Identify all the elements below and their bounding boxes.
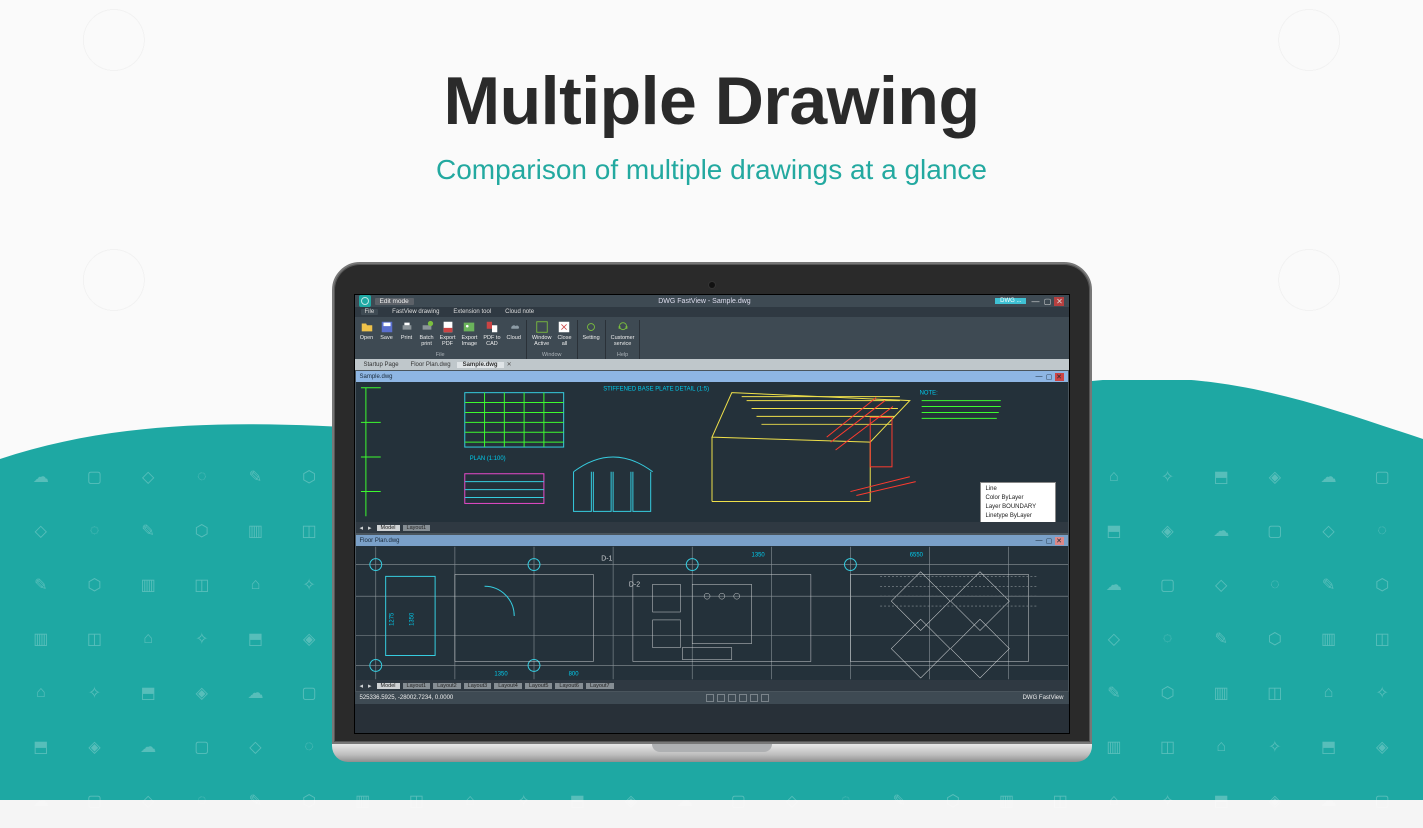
laptop-base bbox=[332, 744, 1092, 762]
setting-button[interactable]: Setting bbox=[582, 320, 601, 341]
pane2-tab-layout7[interactable]: Layout7 bbox=[586, 683, 614, 689]
status-icons bbox=[706, 694, 769, 702]
tab-floor-plan[interactable]: Floor Plan.dwg bbox=[405, 362, 457, 368]
page-headline: Multiple Drawing bbox=[0, 62, 1423, 140]
titlebar: Edit mode DWG FastView - Sample.dwg DWG … bbox=[355, 295, 1069, 307]
customer-service-button[interactable]: Customer service bbox=[610, 320, 636, 347]
pane2-tab-model[interactable]: Model bbox=[377, 683, 400, 689]
ribbon-group-window: Window bbox=[531, 352, 573, 359]
ribbon-group-help: Help bbox=[610, 352, 636, 359]
print-button[interactable]: Print bbox=[399, 320, 415, 347]
pane2-tab-left-icon[interactable]: ◂ bbox=[360, 682, 364, 690]
pane1-min-icon[interactable]: — bbox=[1035, 373, 1044, 381]
drawing-pane-2: Floor Plan.dwg —▢✕ bbox=[355, 534, 1069, 692]
tooltip-color: Color ByLayer bbox=[986, 494, 1050, 503]
tab-sample[interactable]: Sample.dwg bbox=[457, 362, 504, 368]
status-icon[interactable] bbox=[750, 694, 758, 702]
svg-text:1350: 1350 bbox=[751, 553, 765, 559]
pane2-titlebar: Floor Plan.dwg —▢✕ bbox=[356, 535, 1068, 546]
annot-plan: PLAN (1:100) bbox=[469, 456, 505, 462]
svg-text:800: 800 bbox=[568, 671, 579, 677]
svg-text:D-2: D-2 bbox=[628, 581, 639, 588]
save-button[interactable]: Save bbox=[379, 320, 395, 347]
pane1-close-icon[interactable]: ✕ bbox=[1055, 373, 1064, 381]
tooltip-type: Line bbox=[986, 485, 1050, 494]
pane1-model-tabs: ◂ ▸ Model Layout1 bbox=[356, 522, 1068, 533]
pane2-close-icon[interactable]: ✕ bbox=[1055, 537, 1064, 545]
pane2-tab-layout2[interactable]: Layout2 bbox=[433, 683, 461, 689]
svg-text:1350: 1350 bbox=[494, 671, 508, 677]
pane2-tab-layout3[interactable]: Layout3 bbox=[464, 683, 492, 689]
laptop-bezel: Edit mode DWG FastView - Sample.dwg DWG … bbox=[332, 262, 1092, 744]
pane1-tab-layout1[interactable]: Layout1 bbox=[403, 525, 431, 531]
pane1-title: Sample.dwg bbox=[360, 374, 393, 380]
svg-text:STIFFENED BASE PLATE DETAIL (1: STIFFENED BASE PLATE DETAIL (1:5) bbox=[603, 387, 709, 393]
pane2-canvas[interactable]: D-1 D-2 1350 6550 1350 800 1275 1350 bbox=[356, 546, 1068, 680]
minimize-icon[interactable]: — bbox=[1030, 297, 1040, 306]
laptop-mockup: Edit mode DWG FastView - Sample.dwg DWG … bbox=[332, 262, 1092, 762]
camera-icon bbox=[709, 282, 715, 288]
pane2-min-icon[interactable]: — bbox=[1035, 537, 1044, 545]
pane2-max-icon[interactable]: ▢ bbox=[1045, 537, 1054, 545]
pane1-tab-model[interactable]: Model bbox=[377, 525, 400, 531]
menubar: File FastView drawing Extension tool Clo… bbox=[355, 307, 1069, 317]
export-pdf-button[interactable]: Export PDF bbox=[439, 320, 457, 347]
statusbar: 525336.5925, -28002.7234, 0.0000 DWG Fas… bbox=[355, 692, 1069, 704]
document-tabs: Startup Page Floor Plan.dwg Sample.dwg ✕ bbox=[355, 359, 1069, 370]
pane2-tab-right-icon[interactable]: ▸ bbox=[368, 682, 372, 690]
svg-text:NOTE:: NOTE: bbox=[919, 391, 937, 397]
menu-extension-tool[interactable]: Extension tool bbox=[453, 309, 491, 315]
svg-text:1350: 1350 bbox=[409, 612, 415, 626]
pane2-tab-layout5[interactable]: Layout5 bbox=[525, 683, 553, 689]
open-button[interactable]: Open bbox=[359, 320, 375, 347]
status-brand: DWG FastView bbox=[1023, 695, 1064, 701]
pane1-titlebar: Sample.dwg —▢✕ bbox=[356, 371, 1068, 382]
menu-cloud-note[interactable]: Cloud note bbox=[505, 309, 534, 315]
tab-startup[interactable]: Startup Page bbox=[358, 362, 405, 368]
batch-print-button[interactable]: Batch print bbox=[419, 320, 435, 347]
pane2-tab-layout6[interactable]: Layout6 bbox=[555, 683, 583, 689]
maximize-icon[interactable]: ▢ bbox=[1042, 297, 1052, 306]
dwg-badge[interactable]: DWG ... bbox=[995, 298, 1026, 304]
status-coords: 525336.5925, -28002.7234, 0.0000 bbox=[360, 695, 454, 701]
export-image-button[interactable]: Export Image bbox=[460, 320, 478, 347]
headline-block: Multiple Drawing Comparison of multiple … bbox=[0, 62, 1423, 186]
menu-file[interactable]: File bbox=[361, 309, 379, 315]
svg-text:1275: 1275 bbox=[389, 612, 395, 626]
tab-close-icon[interactable]: ✕ bbox=[504, 361, 515, 368]
cloud-button[interactable]: Cloud bbox=[506, 320, 522, 347]
pane1-tab-right-icon[interactable]: ▸ bbox=[368, 524, 372, 532]
pane2-title: Floor Plan.dwg bbox=[360, 538, 400, 544]
ribbon: Open Save Print Batch print Export PDF E… bbox=[355, 317, 1069, 359]
status-icon[interactable] bbox=[706, 694, 714, 702]
window-title: DWG FastView - Sample.dwg bbox=[658, 298, 750, 305]
status-icon[interactable] bbox=[739, 694, 747, 702]
close-icon[interactable]: ✕ bbox=[1054, 297, 1064, 306]
page-subheadline: Comparison of multiple drawings at a gla… bbox=[0, 154, 1423, 186]
status-icon[interactable] bbox=[761, 694, 769, 702]
tooltip-layer: Layer BOUNDARY bbox=[986, 503, 1050, 512]
pane1-tab-left-icon[interactable]: ◂ bbox=[360, 524, 364, 532]
app-screen: Edit mode DWG FastView - Sample.dwg DWG … bbox=[354, 294, 1070, 734]
pane1-canvas[interactable]: PLAN (1:100) bbox=[356, 382, 1068, 522]
window-active-button[interactable]: Window Active bbox=[531, 320, 553, 347]
status-icon[interactable] bbox=[728, 694, 736, 702]
pdf-to-cad-button[interactable]: PDF to CAD bbox=[482, 320, 501, 347]
svg-text:D-1: D-1 bbox=[601, 556, 612, 563]
pane2-tab-layout1[interactable]: Layout1 bbox=[403, 683, 431, 689]
close-all-button[interactable]: Close all bbox=[556, 320, 572, 347]
entity-tooltip: Line Color ByLayer Layer BOUNDARY Linety… bbox=[980, 482, 1056, 522]
status-icon[interactable] bbox=[717, 694, 725, 702]
mode-button[interactable]: Edit mode bbox=[375, 298, 414, 305]
tooltip-linetype: Linetype ByLayer bbox=[986, 512, 1050, 521]
pane1-max-icon[interactable]: ▢ bbox=[1045, 373, 1054, 381]
ribbon-group-file: File bbox=[359, 352, 522, 359]
pane2-tab-layout4[interactable]: Layout4 bbox=[494, 683, 522, 689]
menu-fastview-drawing[interactable]: FastView drawing bbox=[392, 309, 439, 315]
app-logo-icon bbox=[359, 295, 371, 307]
drawing-pane-1: Sample.dwg —▢✕ PLAN (1:100) bbox=[355, 370, 1069, 534]
svg-text:6550: 6550 bbox=[909, 553, 923, 559]
pane2-model-tabs: ◂ ▸ Model Layout1 Layout2 Layout3 Layout… bbox=[356, 680, 1068, 691]
